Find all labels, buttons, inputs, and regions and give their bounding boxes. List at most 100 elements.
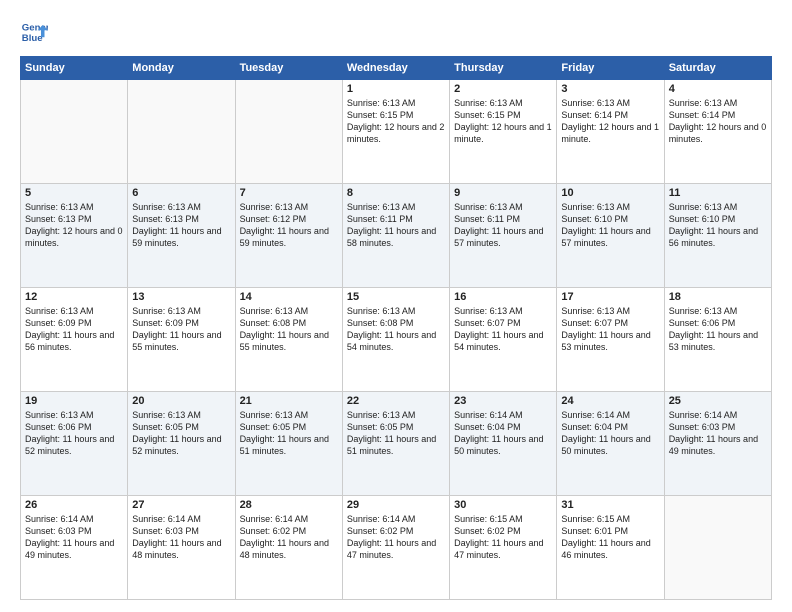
day-info: Sunrise: 6:14 AM Sunset: 6:04 PM Dayligh… (454, 409, 552, 458)
calendar-cell: 2 Sunrise: 6:13 AM Sunset: 6:15 PM Daylig… (450, 80, 557, 184)
day-number: 27 (132, 499, 230, 511)
calendar-cell: 3 Sunrise: 6:13 AM Sunset: 6:14 PM Daylig… (557, 80, 664, 184)
week-row-5: 26 Sunrise: 6:14 AM Sunset: 6:03 PM Dayli… (21, 496, 772, 600)
calendar-cell: 7 Sunrise: 6:13 AM Sunset: 6:12 PM Daylig… (235, 184, 342, 288)
day-info: Sunrise: 6:14 AM Sunset: 6:03 PM Dayligh… (25, 513, 123, 562)
week-row-3: 12Sunrise: 6:13 AM Sunset: 6:09 PM Dayli… (21, 288, 772, 392)
calendar-cell: 14 Sunrise: 6:13 AM Sunset: 6:08 PM Dayli… (235, 288, 342, 392)
weekday-tuesday: Tuesday (235, 57, 342, 80)
day-info: Sunrise: 6:13 AM Sunset: 6:13 PM Dayligh… (132, 201, 230, 250)
day-number: 25 (669, 395, 767, 407)
day-info: Sunrise: 6:13 AM Sunset: 6:13 PM Dayligh… (25, 201, 123, 250)
day-info: Sunrise: 6:13 AM Sunset: 6:05 PM Dayligh… (132, 409, 230, 458)
page: General Blue SundayMondayTuesdayWednesda… (0, 0, 792, 612)
calendar-cell: 6 Sunrise: 6:13 AM Sunset: 6:13 PM Daylig… (128, 184, 235, 288)
day-info: Sunrise: 6:13 AM Sunset: 6:06 PM Dayligh… (25, 409, 123, 458)
day-info: Sunrise: 6:15 AM Sunset: 6:01 PM Dayligh… (561, 513, 659, 562)
calendar-cell: 22 Sunrise: 6:13 AM Sunset: 6:05 PM Dayli… (342, 392, 449, 496)
weekday-saturday: Saturday (664, 57, 771, 80)
calendar-cell: 18 Sunrise: 6:13 AM Sunset: 6:06 PM Dayli… (664, 288, 771, 392)
day-number: 28 (240, 499, 338, 511)
day-info: Sunrise: 6:14 AM Sunset: 6:03 PM Dayligh… (132, 513, 230, 562)
day-info: Sunrise: 6:13 AM Sunset: 6:08 PM Dayligh… (240, 305, 338, 354)
day-number: 13 (132, 291, 230, 303)
day-number: 8 (347, 187, 445, 199)
day-info: Sunrise: 6:13 AM Sunset: 6:15 PM Dayligh… (454, 97, 552, 146)
calendar-cell: 12Sunrise: 6:13 AM Sunset: 6:09 PM Dayli… (21, 288, 128, 392)
logo-icon: General Blue (20, 18, 48, 46)
day-info: Sunrise: 6:13 AM Sunset: 6:05 PM Dayligh… (240, 409, 338, 458)
calendar-cell: 1 Sunrise: 6:13 AM Sunset: 6:15 PM Daylig… (342, 80, 449, 184)
calendar-cell: 28 Sunrise: 6:14 AM Sunset: 6:02 PM Dayli… (235, 496, 342, 600)
day-number: 9 (454, 187, 552, 199)
weekday-header-row: SundayMondayTuesdayWednesdayThursdayFrid… (21, 57, 772, 80)
day-info: Sunrise: 6:13 AM Sunset: 6:08 PM Dayligh… (347, 305, 445, 354)
calendar-cell: 26 Sunrise: 6:14 AM Sunset: 6:03 PM Dayli… (21, 496, 128, 600)
day-info: Sunrise: 6:13 AM Sunset: 6:05 PM Dayligh… (347, 409, 445, 458)
day-info: Sunrise: 6:13 AM Sunset: 6:09 PM Dayligh… (25, 305, 123, 354)
day-info: Sunrise: 6:13 AM Sunset: 6:11 PM Dayligh… (454, 201, 552, 250)
day-number: 30 (454, 499, 552, 511)
day-number: 10 (561, 187, 659, 199)
week-row-2: 5 Sunrise: 6:13 AM Sunset: 6:13 PM Daylig… (21, 184, 772, 288)
day-number: 15 (347, 291, 445, 303)
calendar-cell: 5 Sunrise: 6:13 AM Sunset: 6:13 PM Daylig… (21, 184, 128, 288)
calendar-cell: 10 Sunrise: 6:13 AM Sunset: 6:10 PM Dayli… (557, 184, 664, 288)
day-number: 29 (347, 499, 445, 511)
day-number: 23 (454, 395, 552, 407)
day-number: 6 (132, 187, 230, 199)
day-number: 26 (25, 499, 123, 511)
day-info: Sunrise: 6:13 AM Sunset: 6:10 PM Dayligh… (669, 201, 767, 250)
day-info: Sunrise: 6:13 AM Sunset: 6:15 PM Dayligh… (347, 97, 445, 146)
day-info: Sunrise: 6:14 AM Sunset: 6:04 PM Dayligh… (561, 409, 659, 458)
calendar-cell: 8 Sunrise: 6:13 AM Sunset: 6:11 PM Daylig… (342, 184, 449, 288)
calendar-cell: 31 Sunrise: 6:15 AM Sunset: 6:01 PM Dayli… (557, 496, 664, 600)
day-info: Sunrise: 6:13 AM Sunset: 6:11 PM Dayligh… (347, 201, 445, 250)
calendar-cell: 27 Sunrise: 6:14 AM Sunset: 6:03 PM Dayli… (128, 496, 235, 600)
day-info: Sunrise: 6:15 AM Sunset: 6:02 PM Dayligh… (454, 513, 552, 562)
day-number: 21 (240, 395, 338, 407)
day-info: Sunrise: 6:13 AM Sunset: 6:10 PM Dayligh… (561, 201, 659, 250)
day-number: 22 (347, 395, 445, 407)
day-info: Sunrise: 6:14 AM Sunset: 6:03 PM Dayligh… (669, 409, 767, 458)
day-number: 11 (669, 187, 767, 199)
day-info: Sunrise: 6:13 AM Sunset: 6:12 PM Dayligh… (240, 201, 338, 250)
calendar-cell: 4Sunrise: 6:13 AM Sunset: 6:14 PM Daylig… (664, 80, 771, 184)
day-number: 19 (25, 395, 123, 407)
calendar-cell: 21 Sunrise: 6:13 AM Sunset: 6:05 PM Dayli… (235, 392, 342, 496)
calendar-cell: 9 Sunrise: 6:13 AM Sunset: 6:11 PM Daylig… (450, 184, 557, 288)
day-number: 18 (669, 291, 767, 303)
weekday-monday: Monday (128, 57, 235, 80)
day-info: Sunrise: 6:13 AM Sunset: 6:09 PM Dayligh… (132, 305, 230, 354)
day-number: 31 (561, 499, 659, 511)
svg-text:Blue: Blue (22, 33, 43, 44)
weekday-wednesday: Wednesday (342, 57, 449, 80)
weekday-sunday: Sunday (21, 57, 128, 80)
calendar-cell: 30 Sunrise: 6:15 AM Sunset: 6:02 PM Dayli… (450, 496, 557, 600)
day-number: 17 (561, 291, 659, 303)
calendar-cell: 17Sunrise: 6:13 AM Sunset: 6:07 PM Dayli… (557, 288, 664, 392)
day-number: 7 (240, 187, 338, 199)
calendar-cell: 15 Sunrise: 6:13 AM Sunset: 6:08 PM Dayli… (342, 288, 449, 392)
day-number: 24 (561, 395, 659, 407)
day-info: Sunrise: 6:13 AM Sunset: 6:07 PM Dayligh… (454, 305, 552, 354)
calendar-cell: 16 Sunrise: 6:13 AM Sunset: 6:07 PM Dayli… (450, 288, 557, 392)
calendar-cell: 24 Sunrise: 6:14 AM Sunset: 6:04 PM Dayli… (557, 392, 664, 496)
day-info: Sunrise: 6:13 AM Sunset: 6:06 PM Dayligh… (669, 305, 767, 354)
day-info: Sunrise: 6:13 AM Sunset: 6:14 PM Dayligh… (669, 97, 767, 146)
day-info: Sunrise: 6:14 AM Sunset: 6:02 PM Dayligh… (347, 513, 445, 562)
calendar-cell (664, 496, 771, 600)
calendar-cell: 23 Sunrise: 6:14 AM Sunset: 6:04 PM Dayli… (450, 392, 557, 496)
calendar-cell: 11 Sunrise: 6:13 AM Sunset: 6:10 PM Dayli… (664, 184, 771, 288)
day-number: 1 (347, 83, 445, 95)
day-number: 3 (561, 83, 659, 95)
weekday-friday: Friday (557, 57, 664, 80)
day-info: Sunrise: 6:14 AM Sunset: 6:02 PM Dayligh… (240, 513, 338, 562)
calendar-cell: 13 Sunrise: 6:13 AM Sunset: 6:09 PM Dayli… (128, 288, 235, 392)
day-number: 5 (25, 187, 123, 199)
day-number: 2 (454, 83, 552, 95)
day-number: 14 (240, 291, 338, 303)
day-number: 16 (454, 291, 552, 303)
header: General Blue (20, 18, 772, 46)
day-info: Sunrise: 6:13 AM Sunset: 6:14 PM Dayligh… (561, 97, 659, 146)
